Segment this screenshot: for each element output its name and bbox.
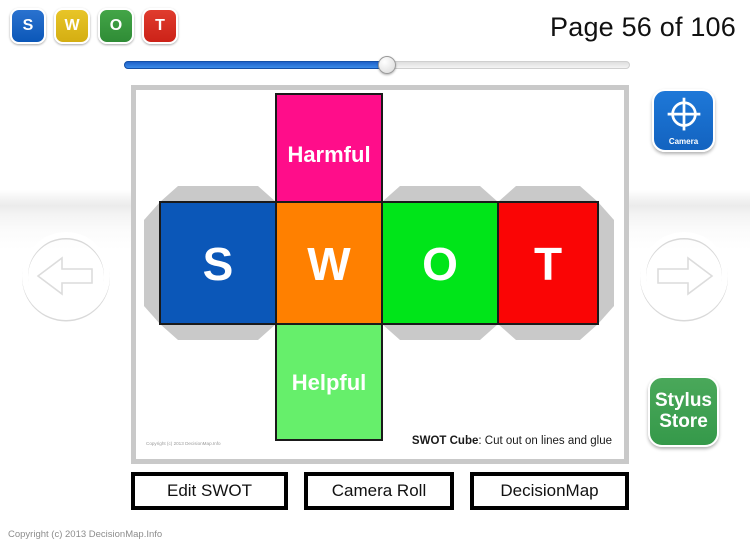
cube-glue-tab	[382, 324, 498, 340]
arrow-left-circle-icon	[22, 232, 110, 322]
page-indicator: Page 56 of 106	[550, 12, 736, 42]
cube-glue-tab	[382, 186, 498, 202]
crosshair-target-icon	[667, 97, 700, 131]
page-slider[interactable]	[124, 56, 630, 74]
cube-caption-rest: : Cut out on lines and glue	[478, 435, 612, 447]
decisionmap-button[interactable]: DecisionMap	[470, 472, 629, 510]
cube-face-label-harmful: Harmful	[287, 142, 370, 167]
bottom-toolbar: Edit SWOT Camera Roll DecisionMap	[131, 472, 629, 510]
cube-face-label-threats: T	[534, 238, 562, 290]
stylus-store-button[interactable]: Stylus Store	[648, 376, 719, 447]
edit-swot-button[interactable]: Edit SWOT	[131, 472, 288, 510]
footer-copyright: Copyright (c) 2013 DecisionMap.Info	[8, 529, 163, 540]
badge-strengths[interactable]: S	[10, 8, 46, 44]
next-page-button[interactable]	[636, 228, 732, 324]
stylus-store-label-line2: Store	[659, 410, 708, 432]
slider-fill	[124, 61, 388, 69]
previous-page-button[interactable]	[18, 228, 114, 324]
swot-cube-net: Harmful S W O T Helpful	[136, 90, 624, 459]
badge-label: O	[109, 17, 123, 34]
inner-copyright-text: Copyright (c) 2013 DecisionMap.Info	[146, 441, 221, 446]
cube-glue-tab	[160, 186, 276, 202]
slider-thumb[interactable]	[378, 56, 397, 74]
document-page[interactable]: Harmful S W O T Helpful Copyright (c) 20…	[131, 85, 629, 464]
cube-face-label-opportunities: O	[422, 238, 458, 290]
cube-glue-tab	[498, 186, 598, 202]
badge-label: W	[64, 17, 80, 34]
badge-label: S	[22, 17, 34, 34]
swot-badge-group: S W O T	[10, 8, 178, 44]
cube-glue-tab	[160, 324, 276, 340]
badge-threats[interactable]: T	[142, 8, 178, 44]
cube-face-label-weaknesses: W	[307, 238, 351, 290]
cube-face-label-helpful: Helpful	[292, 370, 367, 395]
camera-button[interactable]: Camera	[652, 89, 715, 152]
cube-glue-tab	[598, 202, 614, 324]
stylus-store-label-line1: Stylus	[654, 389, 713, 411]
cube-face-label-strengths: S	[203, 238, 234, 290]
badge-opportunities[interactable]: O	[98, 8, 134, 44]
cube-glue-tab	[498, 324, 598, 340]
arrow-right-circle-icon	[640, 232, 728, 322]
badge-label: T	[155, 17, 165, 34]
cube-glue-tab	[260, 340, 276, 356]
badge-weaknesses[interactable]: W	[54, 8, 90, 44]
cube-net-graphic: Harmful S W O T Helpful	[144, 93, 614, 441]
camera-roll-button[interactable]: Camera Roll	[304, 472, 454, 510]
camera-button-label: Camera	[668, 137, 699, 146]
cube-caption-title: SWOT Cube	[411, 435, 479, 447]
cube-glue-tab	[144, 202, 160, 324]
cube-caption: SWOT Cube: Cut out on lines and glue	[412, 435, 612, 447]
